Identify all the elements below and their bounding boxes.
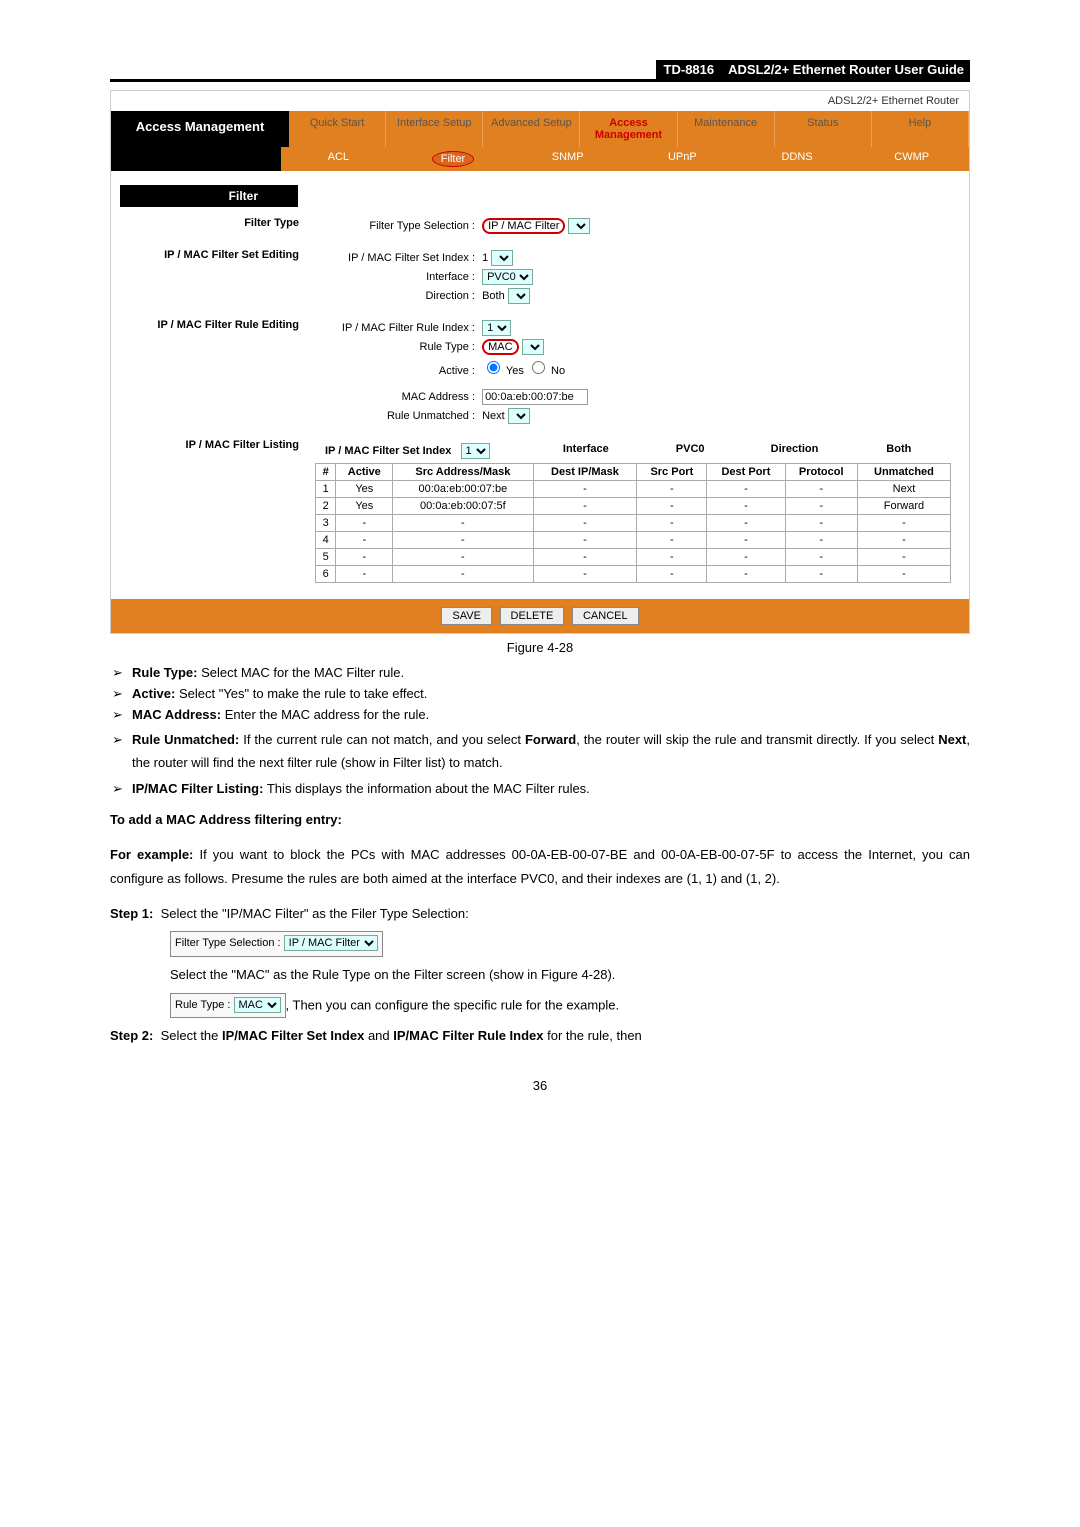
table-header: # [316,464,336,481]
tab-advanced-setup[interactable]: Advanced Setup [483,111,580,147]
listing-header: IP / MAC Filter Set Index 1 Interface PV… [315,443,951,459]
active-yes-radio[interactable] [487,361,500,374]
tab-access-management[interactable]: Access Management [580,111,677,147]
mac-label: MAC Address : [315,391,475,403]
direction-value: Both [482,290,505,302]
table-header: Dest Port [707,464,785,481]
table-header: Unmatched [857,464,950,481]
table-row: 1Yes00:0a:eb:00:07:be----Next [316,481,951,498]
table-header: Src Address/Mask [393,464,533,481]
interface-label: Interface : [315,271,475,283]
step1-text-c: , Then you can configure the specific ru… [286,997,620,1012]
bullet-active: Active: Select "Yes" to make the rule to… [132,686,970,701]
tab-maintenance[interactable]: Maintenance [678,111,775,147]
main-tabs: Access Management Quick Start Interface … [111,111,969,147]
tab-quick-start[interactable]: Quick Start [289,111,386,147]
delete-button[interactable]: DELETE [500,607,565,625]
left-tab-title: Access Management [111,111,289,147]
model-badge: TD-8816 [656,60,723,79]
subtab-snmp[interactable]: SNMP [510,147,625,171]
subhead: To add a MAC Address filtering entry: [110,812,342,827]
section-filter: Filter [120,185,298,207]
direction-select[interactable] [508,288,530,304]
bullet-mac-address: MAC Address: Enter the MAC address for t… [132,707,970,722]
filter-type-select[interactable] [568,218,590,234]
table-row: 6------- [316,566,951,583]
page-number: 36 [110,1078,970,1093]
active-yes: Yes [506,365,524,377]
figure-caption: Figure 4-28 [110,640,970,655]
filter-listing-table: #ActiveSrc Address/MaskDest IP/MaskSrc P… [315,463,951,583]
step1-rule-type-box: Rule Type : MAC [170,993,286,1019]
active-no-radio[interactable] [532,361,545,374]
rule-index-label: IP / MAC Filter Rule Index : [315,322,475,334]
step-2: Step 2: Select the IP/MAC Filter Set Ind… [110,1024,970,1047]
doc-title: ADSL2/2+ Ethernet Router User Guide [722,60,970,79]
router-model-label: ADSL2/2+ Ethernet Router [111,91,969,111]
subtab-ddns[interactable]: DDNS [740,147,855,171]
section-set-editing: IP / MAC Filter Set Editing [121,245,307,309]
unmatched-value: Next [482,410,505,422]
table-header: Active [336,464,393,481]
rule-type-label: Rule Type : [315,341,475,353]
subtab-cwmp[interactable]: CWMP [854,147,969,171]
listing-setindex-select[interactable]: 1 [461,443,490,459]
subtab-upnp[interactable]: UPnP [625,147,740,171]
tab-help[interactable]: Help [872,111,969,147]
set-index-label: IP / MAC Filter Set Index : [315,252,475,264]
table-row: 3------- [316,515,951,532]
subtab-acl[interactable]: ACL [281,147,396,171]
unmatched-select[interactable] [508,408,530,424]
filter-type-highlight: IP / MAC Filter [482,218,565,234]
direction-label: Direction : [315,290,475,302]
example-para: For example: If you want to block the PC… [110,843,970,890]
rule-index-select[interactable]: 1 [482,320,511,336]
interface-select[interactable]: PVC0 [482,269,533,285]
set-index-select[interactable] [491,250,513,266]
step1-filter-type-select[interactable]: IP / MAC Filter [284,935,378,951]
rule-type-value: MAC [488,341,512,353]
rule-type-highlight: MAC [482,339,518,355]
active-no: No [551,365,565,377]
rule-type-select[interactable] [522,339,544,355]
section-filter-type: Filter Type [121,213,307,239]
bullet-rule-type: Rule Type: Select MAC for the MAC Filter… [132,665,970,680]
section-listing: IP / MAC Filter Listing [121,435,307,585]
subtab-filter[interactable]: Filter [396,147,511,171]
cancel-button[interactable]: CANCEL [572,607,639,625]
table-header: Src Port [637,464,707,481]
step1-rule-type-select[interactable]: MAC [234,997,281,1013]
bullet-list: Rule Type: Select MAC for the MAC Filter… [110,665,970,796]
tab-status[interactable]: Status [775,111,872,147]
set-index-value: 1 [482,252,488,264]
button-row: SAVE DELETE CANCEL [111,599,969,633]
section-rule-editing: IP / MAC Filter Rule Editing [121,315,307,429]
table-row: 5------- [316,549,951,566]
table-row: 2Yes00:0a:eb:00:07:5f----Forward [316,498,951,515]
bullet-filter-listing: IP/MAC Filter Listing: This displays the… [132,781,970,796]
table-row: 4------- [316,532,951,549]
sub-tabs: ACL Filter SNMP UPnP DDNS CWMP [111,147,969,171]
step-1: Step 1: Select the "IP/MAC Filter" as th… [110,902,970,1018]
active-label: Active : [315,365,475,377]
tab-interface-setup[interactable]: Interface Setup [386,111,483,147]
save-button[interactable]: SAVE [441,607,492,625]
bullet-rule-unmatched: Rule Unmatched: If the current rule can … [132,728,970,775]
mac-input[interactable] [482,389,588,405]
filter-type-value: IP / MAC Filter [488,220,559,232]
router-ui: ADSL2/2+ Ethernet Router Access Manageme… [110,90,970,634]
step1-text-b: Select the "MAC" as the Rule Type on the… [170,963,970,986]
unmatched-label: Rule Unmatched : [315,410,475,422]
filter-type-label: Filter Type Selection : [315,220,475,232]
step1-filter-type-box: Filter Type Selection : IP / MAC Filter [170,931,383,957]
doc-header: TD-8816ADSL2/2+ Ethernet Router User Gui… [110,60,970,79]
table-header: Protocol [785,464,857,481]
table-header: Dest IP/Mask [533,464,637,481]
